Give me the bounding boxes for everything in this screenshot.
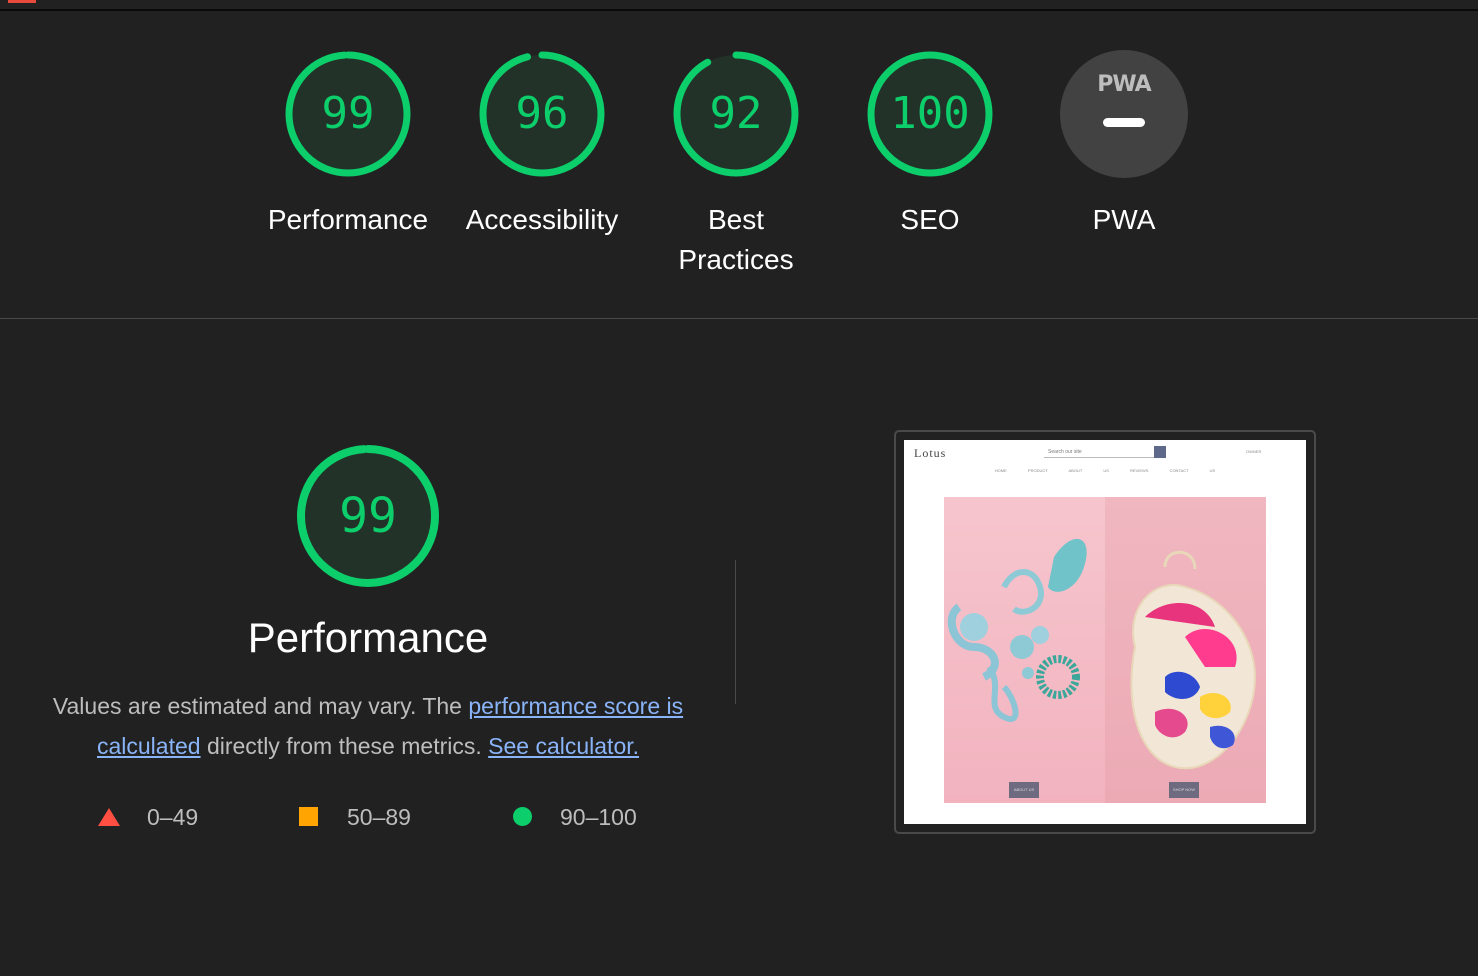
shop-now-button: SHOP NOW [1169,782,1199,798]
screenshot-nav: HOME PRODUCT ABOUT US REVIEWS CONTACT US [994,468,1216,473]
gauge-label: PWA [1092,204,1156,235]
screenshot-search: Search our site [1044,447,1158,458]
product-illustration-left [947,538,1087,722]
pwa-badge: PWA [1060,50,1188,178]
gauge-pwa[interactable]: PWA PWA [1024,50,1224,240]
circle-icon [513,807,532,826]
triangle-icon [98,808,120,826]
performance-description: Values are estimated and may vary. The p… [40,686,696,766]
legend-pass-label: 90–100 [560,804,637,830]
see-calculator-link[interactable]: See calculator. [488,733,639,759]
gauge-score: 96 [515,88,569,139]
gauge-performance[interactable]: 99 Performance [248,50,448,240]
section-divider [0,318,1478,319]
gauge-best-practices[interactable]: 92 Best Practices [636,50,836,280]
gauge-score: 100 [890,88,970,139]
performance-gauge: 99 [296,444,440,588]
legend-average-label: 50–89 [347,804,411,830]
pwa-dash-icon [1103,118,1145,127]
gauge-label: SEO [900,204,960,235]
gauge-ring: 99 [284,50,412,178]
gauge-ring: 100 [866,50,994,178]
gauge-ring: 92 [672,50,800,178]
gauge-ring: 96 [478,50,606,178]
hero-image-left: ABOUT US [944,497,1105,803]
screenshot-logo: Lotus [914,446,947,460]
gauge-label: Performance [267,204,429,235]
final-screenshot[interactable]: Lotus Search our site OWNER HOME PRODUCT… [894,430,1316,834]
description-text: directly from these metrics. [200,733,489,759]
gauge-score: 99 [321,88,375,139]
top-toolbar [0,0,1478,11]
category-gauges: 99 Performance 96 Accessibility 92 Best … [0,40,1478,300]
gauge-score: 92 [709,88,763,139]
legend-fail-label: 0–49 [147,804,199,830]
performance-score: 99 [339,488,397,544]
search-icon [1154,446,1166,458]
square-icon [299,807,318,826]
pwa-badge-text: PWA [1097,72,1151,97]
hero-image-right: SHOP NOW [1105,497,1266,803]
score-legend: 0–49 50–89 90–100 [0,800,740,834]
performance-title: Performance [247,614,489,661]
vertical-divider [735,560,736,704]
gauge-label: Best Practices [678,204,794,275]
gauge-label: Accessibility [465,204,619,235]
screenshot-owner: OWNER [1246,449,1262,454]
screenshot-hero: ABOUT US SHOP NOW [944,497,1266,803]
toolbar-indicator [8,0,36,3]
description-text: Values are estimated and may vary. The [52,693,469,719]
gauge-seo[interactable]: 100 SEO [830,50,1030,240]
about-us-button: ABOUT US [1009,782,1039,798]
product-illustration-right [1130,550,1257,770]
gauge-accessibility[interactable]: 96 Accessibility [442,50,642,240]
page-screenshot: Lotus Search our site OWNER HOME PRODUCT… [904,440,1306,824]
